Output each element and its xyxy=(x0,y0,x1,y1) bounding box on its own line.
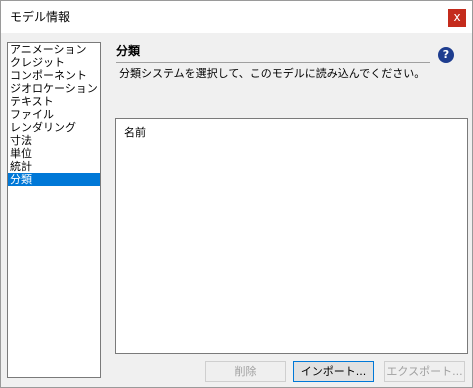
sidebar-item-dimensions[interactable]: 寸法 xyxy=(8,134,100,147)
window-title: モデル情報 xyxy=(10,10,71,24)
sidebar-item-text[interactable]: テキスト xyxy=(8,95,100,108)
sidebar-item-components[interactable]: コンポーネント xyxy=(8,69,100,82)
classification-list[interactable]: 名前 xyxy=(115,118,468,354)
title-bar: モデル情報 x xyxy=(1,1,472,33)
sidebar-item-statistics[interactable]: 統計 xyxy=(8,160,100,173)
model-info-dialog: モデル情報 x アニメーション クレジット コンポーネント ジオロケーション テ… xyxy=(0,0,473,388)
category-list[interactable]: アニメーション クレジット コンポーネント ジオロケーション テキスト ファイル… xyxy=(7,42,101,378)
sidebar-item-geolocation[interactable]: ジオロケーション xyxy=(8,82,100,95)
list-column-name: 名前 xyxy=(124,126,146,139)
title-divider xyxy=(116,62,430,63)
sidebar-item-file[interactable]: ファイル xyxy=(8,108,100,121)
panel-title: 分類 xyxy=(116,44,141,58)
sidebar-item-animation[interactable]: アニメーション xyxy=(8,43,100,56)
help-icon[interactable]: ? xyxy=(438,47,454,63)
sidebar-item-classifications[interactable]: 分類 xyxy=(8,173,100,186)
export-button[interactable]: エクスポート... xyxy=(384,361,465,382)
delete-button[interactable]: 削除 xyxy=(205,361,286,382)
panel-description: 分類システムを選択して、このモデルに読み込んでください。 xyxy=(119,67,426,80)
sidebar-item-credits[interactable]: クレジット xyxy=(8,56,100,69)
sidebar-item-rendering[interactable]: レンダリング xyxy=(8,121,100,134)
sidebar-item-units[interactable]: 単位 xyxy=(8,147,100,160)
import-button[interactable]: インポート... xyxy=(293,361,374,382)
close-icon[interactable]: x xyxy=(448,9,466,27)
